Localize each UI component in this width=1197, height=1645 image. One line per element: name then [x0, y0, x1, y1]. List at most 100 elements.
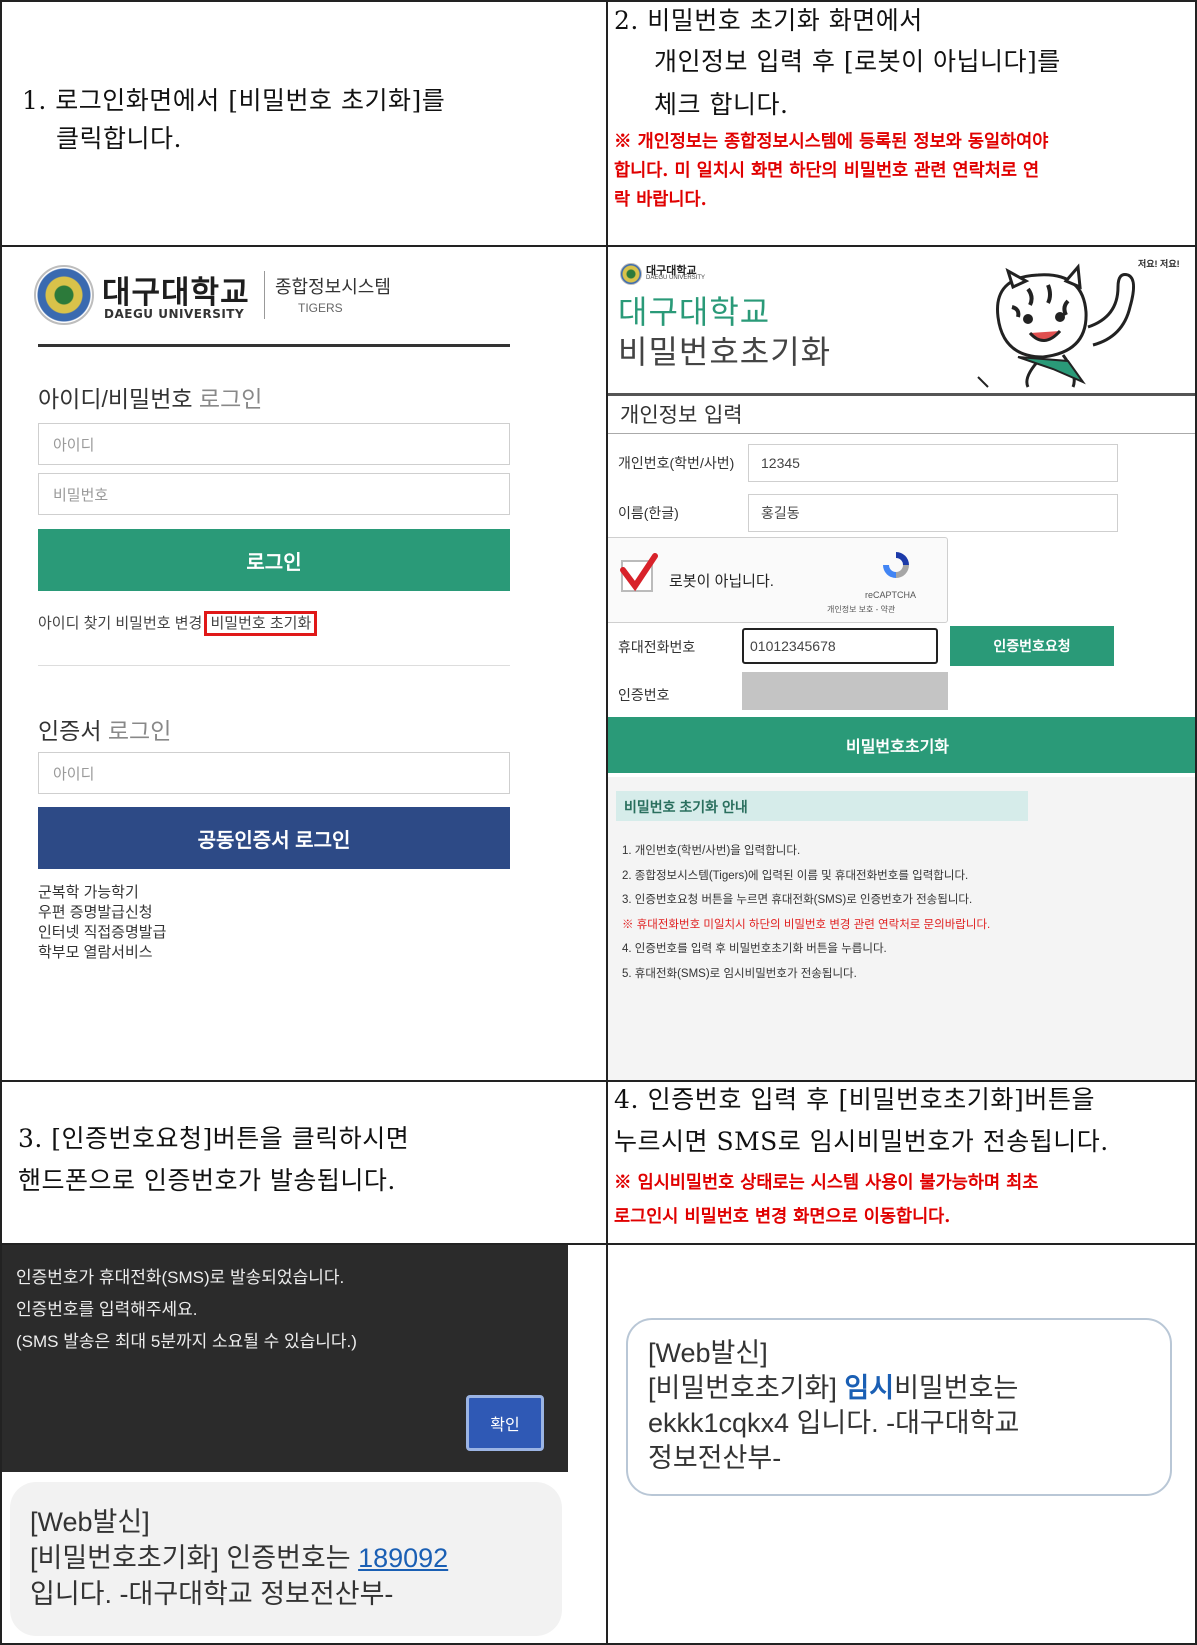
- recaptcha-terms[interactable]: 개인정보 보호 - 약관: [827, 604, 895, 615]
- sms2-line4: 정보전산부-: [648, 1443, 782, 1473]
- logo-divider: [264, 271, 265, 319]
- small-logo-icon: [620, 263, 642, 285]
- step2-instruction: 2. 비밀번호 초기화 화면에서 개인정보 입력 후 [로봇이 아닙니다]를 체…: [614, 2, 1192, 215]
- reset-password-link[interactable]: 비밀번호 초기화: [204, 611, 318, 636]
- header-rule: [38, 344, 510, 347]
- change-password-link[interactable]: 비밀번호 변경: [115, 615, 202, 632]
- id-input[interactable]: 아이디: [38, 423, 510, 465]
- sms1-line2: [비밀번호초기화] 인증번호는 189092: [30, 1540, 562, 1576]
- university-name: 대구대학교: [102, 275, 250, 311]
- guide-item: 4. 인증번호를 입력 후 비밀번호초기화 버튼을 누릅니다.: [622, 943, 887, 955]
- step4-instruction: 4. 인증번호 입력 후 [비밀번호초기화]버튼을 누르시면 SMS로 임시비밀…: [614, 1080, 1192, 1232]
- name-input[interactable]: 홍길동: [748, 494, 1118, 532]
- system-name: 종합정보시스템: [275, 277, 391, 297]
- step2-note-line1: ※ 개인정보는 종합정보시스템에 등록된 정보와 동일하여야: [614, 132, 1049, 152]
- personal-info-title: 개인정보 입력: [620, 403, 743, 427]
- recaptcha-widget[interactable]: 로봇이 아닙니다. reCAPTCHA 개인정보 보호 - 약관: [608, 537, 948, 623]
- dialog-line2: 인증번호를 입력해주세요.: [16, 1300, 198, 1319]
- find-id-link[interactable]: 아이디 찾기: [38, 615, 111, 632]
- login-title-light: 로그인: [192, 386, 263, 412]
- reset-screenshot: 대구대학교 DAEGU UNIVERSITY 대구대학교 비밀번호초기화 저요!…: [608, 247, 1195, 1080]
- login-button[interactable]: 로그인: [38, 529, 510, 591]
- sms1-line2-prefix: [비밀번호초기화] 인증번호는: [30, 1543, 359, 1573]
- name-label: 이름(한글): [618, 505, 679, 521]
- login-title-bold: 아이디/비밀번호: [38, 386, 193, 412]
- sms1-line1: [Web발신]: [30, 1507, 150, 1537]
- password-input[interactable]: 비밀번호: [38, 473, 510, 515]
- tiger-mascot-icon: [977, 263, 1135, 388]
- service-link[interactable]: 학부모 열람서비스: [38, 943, 166, 963]
- sms2-line1: [Web발신]: [648, 1338, 768, 1368]
- dialog-ok-button[interactable]: 확인: [466, 1395, 544, 1451]
- sms2-line2: [비밀번호초기화] 임시비밀번호는: [648, 1371, 1170, 1406]
- sms2-highlight: 임시: [844, 1373, 895, 1403]
- step1-line2: 클릭합니다.: [56, 124, 182, 153]
- guide-item: 5. 휴대전화(SMS)로 임시비밀번호가 전송됩니다.: [622, 967, 857, 980]
- cert-login-button[interactable]: 공동인증서 로그인: [38, 807, 510, 869]
- code-input[interactable]: [742, 672, 948, 710]
- cert-title-bold: 인증서: [38, 718, 102, 744]
- reset-header-rule: [608, 393, 1195, 396]
- cert-title-light: 로그인: [101, 718, 172, 744]
- dialog-line3: (SMS 발송은 최대 5분까지 소요될 수 있습니다.): [16, 1332, 357, 1351]
- service-links: 군복학 가능학기 우편 증명발급신청 인터넷 직접증명발급 학부모 열람서비스: [38, 883, 166, 963]
- step1-line1: 1. 로그인화면에서 [비밀번호 초기화]를: [22, 86, 446, 115]
- step4-note-line1: ※ 임시비밀번호 상태로는 시스템 사용이 불가능하며 최초: [614, 1173, 1039, 1193]
- phone-input[interactable]: 01012345678: [742, 628, 938, 664]
- step3-instruction: 3. [인증번호요청]버튼을 클릭하시면 핸드폰으로 인증번호가 발송됩니다.: [18, 1118, 598, 1202]
- code-label: 인증번호: [618, 687, 670, 703]
- guide-title: 비밀번호 초기화 안내: [616, 791, 1028, 821]
- guide-item: 2. 종합정보시스템(Tigers)에 입력된 이름 및 휴대전화번호를 입력합…: [622, 869, 969, 882]
- mascot-caption: 저요! 저요!: [1138, 259, 1180, 269]
- guide-item-warning: ※ 휴대전화번호 미일치시 하단의 비밀번호 변경 관련 연락처로 문의바랍니다…: [622, 918, 991, 931]
- verification-code[interactable]: 189092: [358, 1543, 448, 1573]
- cert-id-input[interactable]: 아이디: [38, 752, 510, 794]
- sms2-line3: ekkk1cqkx4 입니다. -대구대학교: [648, 1408, 1020, 1438]
- dialog-gap: [568, 1245, 606, 1472]
- sms-sent-dialog: 인증번호가 휴대전화(SMS)로 발송되었습니다. 인증번호를 입력해주세요. …: [2, 1245, 568, 1472]
- sms-verification-bubble: [Web발신] [비밀번호초기화] 인증번호는 189092 입니다. -대구대…: [10, 1482, 562, 1636]
- cert-section-title: 인증서 로그인: [38, 712, 171, 746]
- phone-label: 휴대전화번호: [618, 639, 696, 655]
- recaptcha-brand: reCAPTCHA: [865, 590, 917, 600]
- guide-list: 1. 개인번호(학번/사번)을 입력합니다. 2. 종합정보시스템(Tigers…: [622, 839, 990, 986]
- step2-line1: 2. 비밀번호 초기화 화면에서: [614, 6, 923, 35]
- dialog-line1: 인증번호가 휴대전화(SMS)로 발송되었습니다.: [16, 1268, 345, 1287]
- step2-line2: 개인정보 입력 후 [로봇이 아닙니다]를: [654, 47, 1061, 76]
- login-screenshot: 대구대학교 DAEGU UNIVERSITY 종합정보시스템 TIGERS 아이…: [2, 247, 606, 1080]
- small-logo-name-en: DAEGU UNIVERSITY: [646, 275, 706, 281]
- step4-line1: 4. 인증번호 입력 후 [비밀번호초기화]버튼을: [614, 1085, 1096, 1114]
- step1-instruction: 1. 로그인화면에서 [비밀번호 초기화]를 클릭합니다.: [22, 82, 592, 158]
- student-id-input[interactable]: 12345: [748, 444, 1118, 482]
- step2-line3: 체크 합니다.: [654, 90, 789, 119]
- guide-item: 3. 인증번호요청 버튼을 누르면 휴대전화(SMS)로 인증번호가 전송됩니다…: [622, 894, 973, 906]
- system-sub: TIGERS: [298, 301, 343, 315]
- recaptcha-logo-icon: [883, 552, 909, 578]
- guide-item: 1. 개인번호(학번/사번)을 입력합니다.: [622, 845, 801, 857]
- section-divider: [38, 665, 510, 666]
- university-name-en: DAEGU UNIVERSITY: [104, 307, 245, 321]
- student-id-label: 개인번호(학번/사번): [618, 455, 735, 471]
- sms-temp-password-bubble: [Web발신] [비밀번호초기화] 임시비밀번호는 ekkk1cqkx4 입니다…: [626, 1318, 1172, 1496]
- section-rule: [608, 433, 1195, 434]
- service-link[interactable]: 우편 증명발급신청: [38, 903, 166, 923]
- login-links: 아이디 찾기 비밀번호 변경 비밀번호 초기화: [38, 611, 318, 636]
- step3-line1: 3. [인증번호요청]버튼을 클릭하시면: [18, 1124, 410, 1153]
- checkmark-icon: [620, 553, 658, 592]
- reset-title-line2: 비밀번호초기화: [618, 333, 832, 371]
- university-logo: [34, 265, 94, 325]
- service-link[interactable]: 인터넷 직접증명발급: [38, 923, 166, 943]
- sms2-line2-prefix: [비밀번호초기화]: [648, 1373, 845, 1403]
- step2-note-line3: 락 바랍니다.: [614, 190, 707, 210]
- step2-note-line2: 합니다. 미 일치시 화면 하단의 비밀번호 관련 연락처로 연: [614, 161, 1040, 181]
- login-section-title: 아이디/비밀번호 로그인: [38, 380, 262, 414]
- service-link[interactable]: 군복학 가능학기: [38, 883, 166, 903]
- request-code-button[interactable]: 인증번호요청: [950, 626, 1114, 666]
- recaptcha-label: 로봇이 아닙니다.: [669, 573, 774, 590]
- step3-line2: 핸드폰으로 인증번호가 발송됩니다.: [18, 1166, 396, 1195]
- step4-note-line2: 로그인시 비밀번호 변경 화면으로 이동합니다.: [614, 1207, 951, 1227]
- sms2-line2-suffix: 비밀번호는: [894, 1373, 1019, 1403]
- step4-line2: 누르시면 SMS로 임시비밀번호가 전송됩니다.: [614, 1127, 1109, 1156]
- reset-password-button[interactable]: 비밀번호초기화: [608, 717, 1195, 773]
- sms1-line3: 입니다. -대구대학교 정보전산부-: [30, 1579, 394, 1609]
